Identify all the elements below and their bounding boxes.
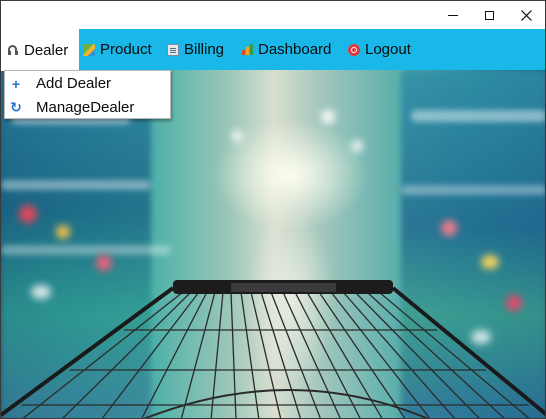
menu-dealer-label: Dealer (24, 41, 69, 59)
menu-dashboard[interactable]: Dashboard (241, 29, 331, 70)
menu-dealer[interactable]: Dealer (1, 29, 79, 71)
menu-product[interactable]: Product (83, 29, 152, 70)
menu-dashboard-label: Dashboard (258, 41, 332, 58)
background-image (1, 70, 545, 418)
logout-icon (348, 43, 360, 56)
minimize-icon (448, 14, 458, 16)
maximize-icon (484, 10, 494, 20)
refresh-icon: ↻ (10, 99, 22, 115)
shopping-cart-image (1, 280, 545, 418)
close-icon (520, 9, 532, 21)
billing-icon (167, 43, 179, 56)
menu-logout[interactable]: Logout (348, 29, 411, 70)
product-icon (83, 43, 95, 56)
title-bar (1, 1, 545, 29)
plus-icon: + (11, 75, 21, 92)
dealer-dropdown-menu: + Add Dealer ↻ ManageDealer (4, 70, 171, 119)
menu-logout-label: Logout (365, 41, 411, 58)
headset-icon (7, 44, 19, 56)
add-dealer-label: Add Dealer (36, 75, 112, 92)
close-button[interactable] (507, 1, 545, 29)
menu-billing[interactable]: Billing (167, 29, 224, 70)
minimize-button[interactable] (434, 1, 472, 29)
menu-product-label: Product (100, 41, 152, 58)
menu-billing-label: Billing (184, 41, 225, 58)
manage-dealer-label: ManageDealer (36, 99, 135, 116)
chart-icon (241, 43, 253, 56)
maximize-button[interactable] (470, 1, 508, 29)
main-menu-bar: Dealer Product Billing Dashboard Logout (1, 29, 545, 71)
menu-item-manage-dealer[interactable]: ↻ ManageDealer (5, 96, 170, 119)
app-window: Dealer Product Billing Dashboard Logout … (0, 0, 546, 419)
menu-item-add-dealer[interactable]: + Add Dealer (5, 72, 170, 95)
